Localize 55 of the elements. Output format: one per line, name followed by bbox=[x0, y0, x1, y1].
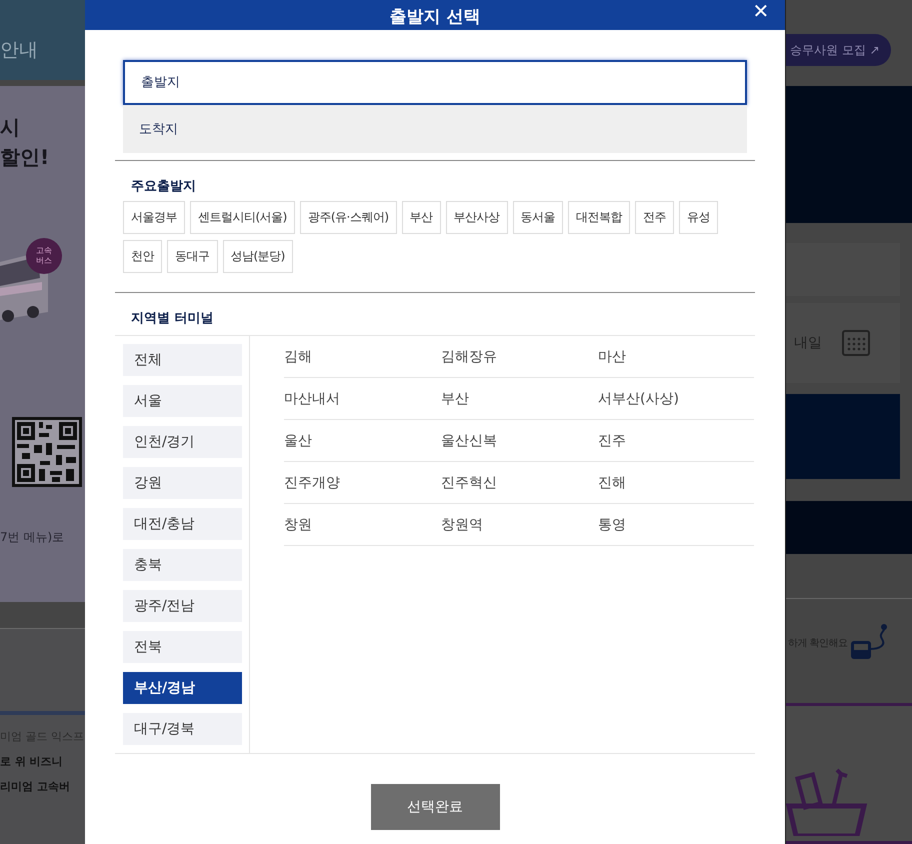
menu-note: 7번 메뉴)로 bbox=[0, 529, 66, 546]
terminal-chip[interactable]: 동서울 bbox=[512, 201, 564, 234]
terminal-chip[interactable]: 전주 bbox=[635, 201, 674, 234]
terminal-item[interactable]: 진해 bbox=[598, 462, 754, 504]
input-field[interactable]: 출발지 bbox=[123, 60, 747, 105]
region-tab[interactable]: 부산/경남 bbox=[123, 672, 242, 704]
terminal-chip[interactable]: 광주(유·스퀘어) bbox=[300, 201, 397, 234]
recruit-button[interactable]: 승무사원 모집 ↗ bbox=[786, 34, 891, 66]
terminal-item[interactable]: 울산신복 bbox=[441, 420, 598, 462]
input-box[interactable] bbox=[786, 243, 900, 296]
region-tab[interactable]: 전체 bbox=[123, 344, 242, 376]
article-text: 로 위 비즈니 bbox=[0, 754, 64, 769]
terminal-chip[interactable]: 성남(분당) bbox=[222, 240, 293, 273]
terminal-chip[interactable]: 대전복합 bbox=[568, 201, 630, 234]
terminal-item[interactable]: 울산 bbox=[284, 420, 441, 462]
terminal-item[interactable]: 김해 bbox=[284, 336, 441, 378]
article-text: 리미엄 고속버 bbox=[0, 779, 71, 794]
region-tab[interactable]: 서울 bbox=[123, 385, 242, 417]
region-tab[interactable]: 전북 bbox=[123, 631, 242, 663]
terminal-chip[interactable]: 서울경부 bbox=[123, 201, 185, 234]
promo-text: 할인! bbox=[0, 144, 50, 171]
terminal-item[interactable]: 마산내서 bbox=[284, 378, 441, 420]
terminal-chip[interactable]: 부산 bbox=[402, 201, 441, 234]
terminal-item[interactable]: 진주혁신 bbox=[441, 462, 598, 504]
terminal-item[interactable]: 창원역 bbox=[441, 504, 598, 546]
calendar-icon bbox=[842, 330, 870, 356]
terminal-item[interactable]: 진주개양 bbox=[284, 462, 441, 504]
terminal-chip[interactable]: 유성 bbox=[679, 201, 718, 234]
terminal-item[interactable]: 부산 bbox=[441, 378, 598, 420]
terminal-item[interactable]: 통영 bbox=[598, 504, 754, 546]
region-tab[interactable]: 대구/경북 bbox=[123, 713, 242, 745]
terminal-item[interactable]: 김해장유 bbox=[441, 336, 598, 378]
terminal-item[interactable]: 서부산(사상) bbox=[598, 378, 754, 420]
terminal-chip[interactable]: 천안 bbox=[123, 240, 162, 273]
region-tab[interactable]: 광주/전남 bbox=[123, 590, 242, 622]
confirm-button[interactable]: 선택완료 bbox=[370, 784, 500, 830]
express-badge: 고속 버스 bbox=[26, 238, 62, 274]
terminal-item[interactable]: 마산 bbox=[598, 336, 754, 378]
promo-text: 시 bbox=[0, 114, 21, 141]
terminal-item[interactable]: 진주 bbox=[598, 420, 754, 462]
qr-code-icon bbox=[12, 417, 82, 487]
input-field[interactable]: 도착지 bbox=[123, 105, 747, 153]
terminal-chip[interactable]: 동대구 bbox=[167, 240, 218, 273]
terminal-chip[interactable]: 센트럴시티(서울) bbox=[190, 201, 295, 234]
region-tab[interactable]: 인천/경기 bbox=[123, 426, 242, 458]
region-tab[interactable]: 대전/충남 bbox=[123, 508, 242, 540]
terminal-item[interactable]: 창원 bbox=[284, 504, 441, 546]
menu-label[interactable]: 안내 bbox=[0, 37, 38, 63]
section-heading: 지역별 터미널 bbox=[131, 310, 215, 327]
region-tab[interactable]: 충북 bbox=[123, 549, 242, 581]
terminal-chip[interactable]: 부산사상 bbox=[446, 201, 508, 234]
dialog-title: 출발지 선택 bbox=[390, 6, 480, 29]
close-button[interactable]: ✕ bbox=[749, 0, 773, 24]
section-heading: 주요출발지 bbox=[131, 178, 197, 195]
region-tab[interactable]: 강원 bbox=[123, 467, 242, 499]
